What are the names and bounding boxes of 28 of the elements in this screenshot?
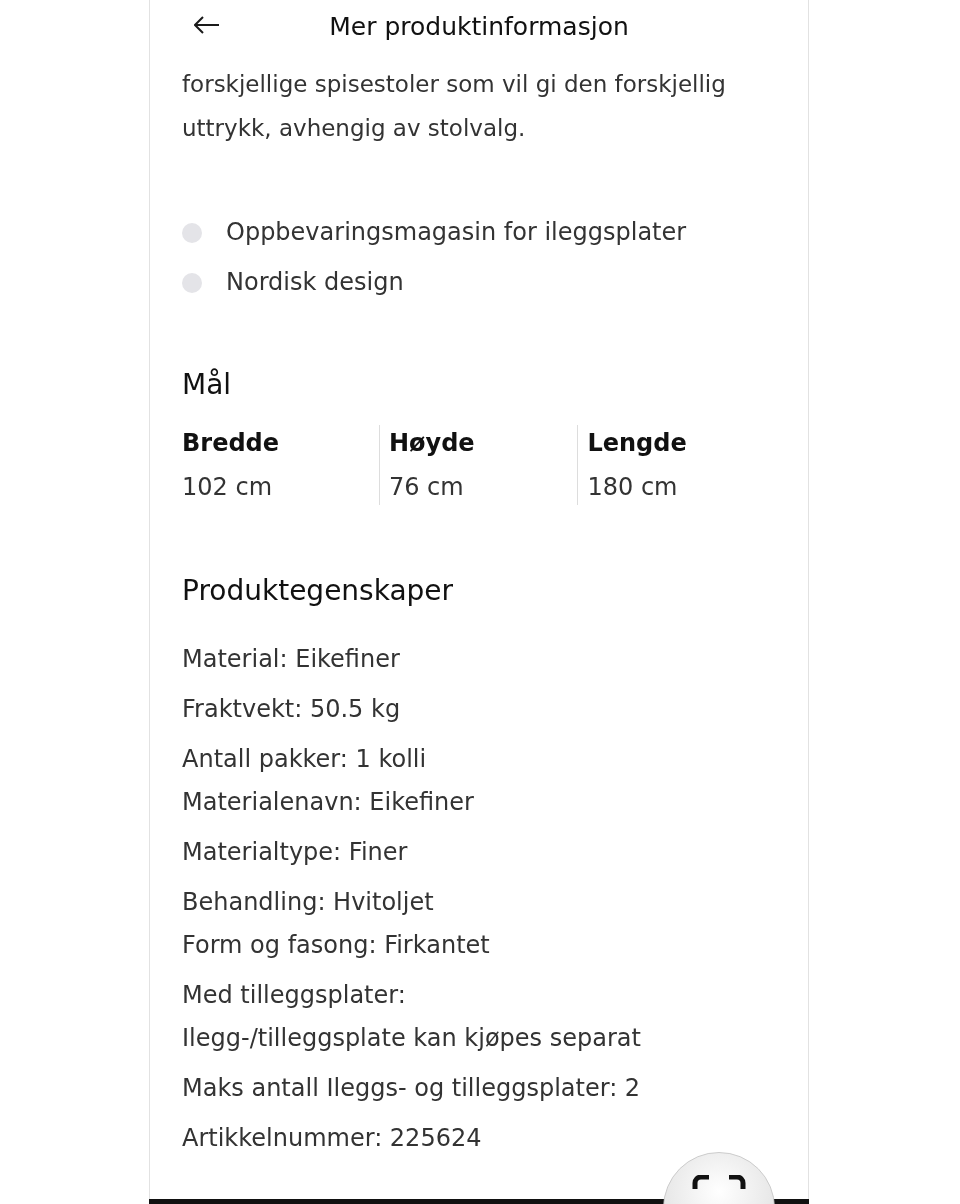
property-text: Maks antall Ileggs- og tilleggsplater: 2: [182, 1073, 642, 1104]
property-text: Artikkelnummer: 225624: [182, 1123, 483, 1154]
property-text: Form og fasong: Firkantet: [182, 930, 491, 961]
bullet-icon: [182, 272, 202, 293]
dimension-label: Høyde: [388, 428, 476, 459]
feature-text: Oppbevaringsmagasin for ileggsplater: [226, 217, 687, 248]
bullet-icon: [182, 222, 202, 243]
property-text: Fraktvekt: 50.5 kg: [182, 694, 402, 725]
property-text: Med tilleggsplater:: [182, 980, 407, 1011]
dimension-value: 76 cm: [388, 472, 465, 503]
page-title: Mer produktinformasjon: [329, 11, 629, 41]
property-text: Antall pakker: 1 kolli: [182, 744, 428, 775]
back-button[interactable]: [192, 14, 222, 36]
property-text: Behandling: Hvitoljet: [182, 887, 435, 918]
dimension-value: 102 cm: [182, 472, 273, 503]
dimension-value: 180 cm: [587, 472, 679, 503]
dimension-label: Bredde: [182, 428, 281, 459]
dimension-label: Lengde: [587, 428, 688, 459]
section-heading: Mål: [182, 367, 233, 403]
feature-text: Nordisk design: [226, 267, 404, 298]
property-text: Materialtype: Finer: [182, 837, 409, 868]
back-arrow-icon: [194, 16, 220, 34]
property-text: Ilegg-/tilleggsplate kan kjøpes separat: [182, 1023, 642, 1054]
description-text: forskjellige spisestoler som vil gi den forskjellig uttrykk, avhengig av stolvalg.: [182, 70, 727, 143]
property-text: Material: Eikefiner: [182, 644, 401, 675]
section-heading: Produktegenskaper: [182, 573, 455, 609]
property-text: Materialenavn: Eikefiner: [182, 787, 475, 818]
scan-frame-icon: [691, 1175, 747, 1189]
